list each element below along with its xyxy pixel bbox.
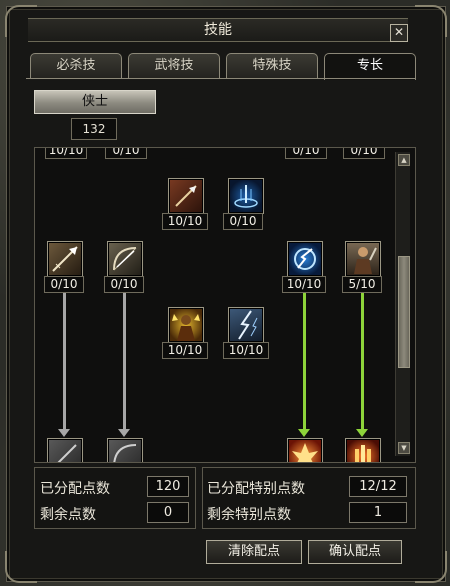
- remaining-points-label: 剩余点数: [40, 507, 96, 523]
- locked-arrow-icon: [57, 444, 77, 462]
- close-button[interactable]: ✕: [390, 24, 408, 42]
- tab-bar: 必杀技 武将技 特殊技 专长: [30, 53, 416, 80]
- dependency-line: [123, 293, 126, 430]
- storm-icon: [238, 310, 258, 340]
- class-button[interactable]: 侠士: [34, 90, 156, 114]
- tab-expertise[interactable]: 专长: [324, 53, 416, 80]
- arrow-icon: [52, 246, 78, 272]
- dependency-arrowhead: [356, 429, 368, 437]
- spear-icon: [175, 185, 197, 207]
- flame-pillar-icon: [355, 445, 371, 462]
- scroll-down-arrow-icon[interactable]: ▼: [398, 442, 410, 454]
- skill-count: 5/10: [342, 276, 382, 293]
- skill-tree: 10/10 0/10 0/10 0/10 10/10 0/10 0/10 0/1…: [34, 147, 416, 463]
- dependency-arrowhead: [298, 429, 310, 437]
- tab-general[interactable]: 武将技: [128, 53, 220, 78]
- class-points: 132: [71, 118, 117, 140]
- skill-count: 10/10: [223, 342, 269, 359]
- aura-icon: [234, 185, 258, 208]
- remaining-points-value: 0: [147, 502, 189, 523]
- scroll-up-arrow-icon[interactable]: ▲: [398, 154, 410, 166]
- spear-thrust-skill[interactable]: [168, 178, 204, 214]
- dependency-line: [303, 293, 306, 430]
- fire-burst-icon: [292, 443, 318, 462]
- locked-arrow-skill[interactable]: [47, 438, 83, 462]
- bow-icon: [113, 247, 137, 271]
- skill-count: 0/10: [104, 276, 144, 293]
- frame-corner: [5, 551, 37, 583]
- flame-pillar-skill[interactable]: [345, 438, 381, 462]
- fire-burst-skill[interactable]: [287, 438, 323, 462]
- window-title: 技能: [28, 18, 408, 42]
- skill-count: 10/10: [162, 342, 208, 359]
- tab-divider: [26, 78, 416, 79]
- skill-count: 10/10: [162, 213, 208, 230]
- confirm-points-button[interactable]: 确认配点: [308, 540, 402, 564]
- special-remaining-label: 剩余特别点数: [207, 507, 291, 523]
- skill-count: 0/10: [285, 148, 327, 159]
- storm-strike-skill[interactable]: [228, 307, 264, 343]
- golden-fury-skill[interactable]: [168, 307, 204, 343]
- tab-special[interactable]: 特殊技: [226, 53, 318, 78]
- skill-count: 0/10: [343, 148, 385, 159]
- tree-scrollbar[interactable]: ▲ ▼: [395, 152, 410, 456]
- dependency-arrowhead: [58, 429, 70, 437]
- crossbow-skill[interactable]: [107, 241, 143, 277]
- special-assigned-label: 已分配特别点数: [207, 481, 305, 497]
- assigned-points-value: 120: [147, 476, 189, 497]
- locked-bow-skill[interactable]: [107, 438, 143, 462]
- chain-lightning-skill[interactable]: [287, 241, 323, 277]
- assigned-points-label: 已分配点数: [40, 481, 110, 497]
- locked-bow-icon: [113, 444, 137, 462]
- dependency-line: [63, 293, 66, 430]
- skill-count: 10/10: [282, 276, 326, 293]
- frame-corner: [415, 5, 447, 37]
- clear-points-button[interactable]: 清除配点: [206, 540, 302, 564]
- skill-count: 0/10: [223, 213, 263, 230]
- skill-count: 0/10: [44, 276, 84, 293]
- fury-icon: [172, 314, 200, 341]
- warrior-icon: [354, 247, 377, 274]
- blue-aura-skill[interactable]: [228, 178, 264, 214]
- special-remaining-value: 1: [349, 502, 407, 523]
- dependency-line: [361, 293, 364, 430]
- scroll-thumb[interactable]: [398, 256, 410, 368]
- orb-lightning-icon: [294, 248, 316, 270]
- tab-ultimate[interactable]: 必杀技: [30, 53, 122, 78]
- frame-corner: [415, 551, 447, 583]
- warrior-stance-skill[interactable]: [345, 241, 381, 277]
- special-assigned-value: 12/12: [349, 476, 407, 497]
- skill-count: 10/10: [45, 148, 87, 159]
- skill-count: 0/10: [105, 148, 147, 159]
- bow-shot-skill[interactable]: [47, 241, 83, 277]
- dependency-arrowhead: [118, 429, 130, 437]
